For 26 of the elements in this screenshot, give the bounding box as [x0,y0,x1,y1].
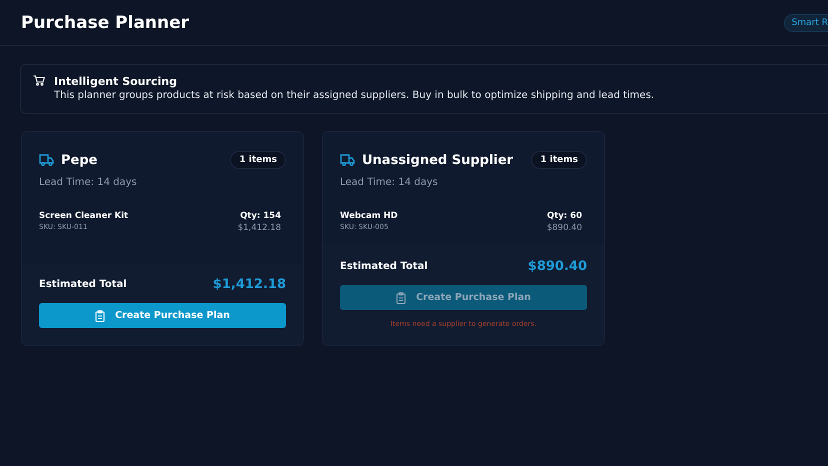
total-amount: $890.40 [528,259,587,274]
clipboard-icon [396,292,406,304]
info-text: This planner groups products at risk based on their assigned suppliers. Buy in bulk to optimize shipping and lead times. [54,90,654,101]
item-count-badge: 1 items [531,151,587,169]
cart-icon [33,75,45,86]
product-cost: $1,412.18 [238,223,281,233]
supplier-name: Unassigned Supplier [362,152,514,168]
lead-time: Lead Time: 14 days [39,177,138,188]
item-count-badge: 1 items [230,151,286,169]
info-title: Intelligent Sourcing [54,75,178,88]
clipboard-icon [95,310,106,322]
product-cost: $890.40 [546,223,582,233]
truck-icon [39,154,54,166]
quantity: Qty: 154 [239,211,281,221]
badge: Smart R [784,14,828,32]
product-name: Webcam HD [340,211,398,221]
create-plan-button[interactable]: Create Purchase Plan [39,303,286,328]
truck-icon [340,154,355,166]
lead-time: Lead Time: 14 days [340,177,439,188]
total-amount: $1,412.18 [212,277,286,292]
quantity: Qty: 60 [546,211,582,221]
total-label: Estimated Total [39,279,127,290]
total-label: Estimated Total [340,261,428,272]
page-title: Purchase Planner [21,12,190,32]
product-name: Screen Cleaner Kit [39,211,128,221]
supplier-name: Pepe [61,152,98,168]
